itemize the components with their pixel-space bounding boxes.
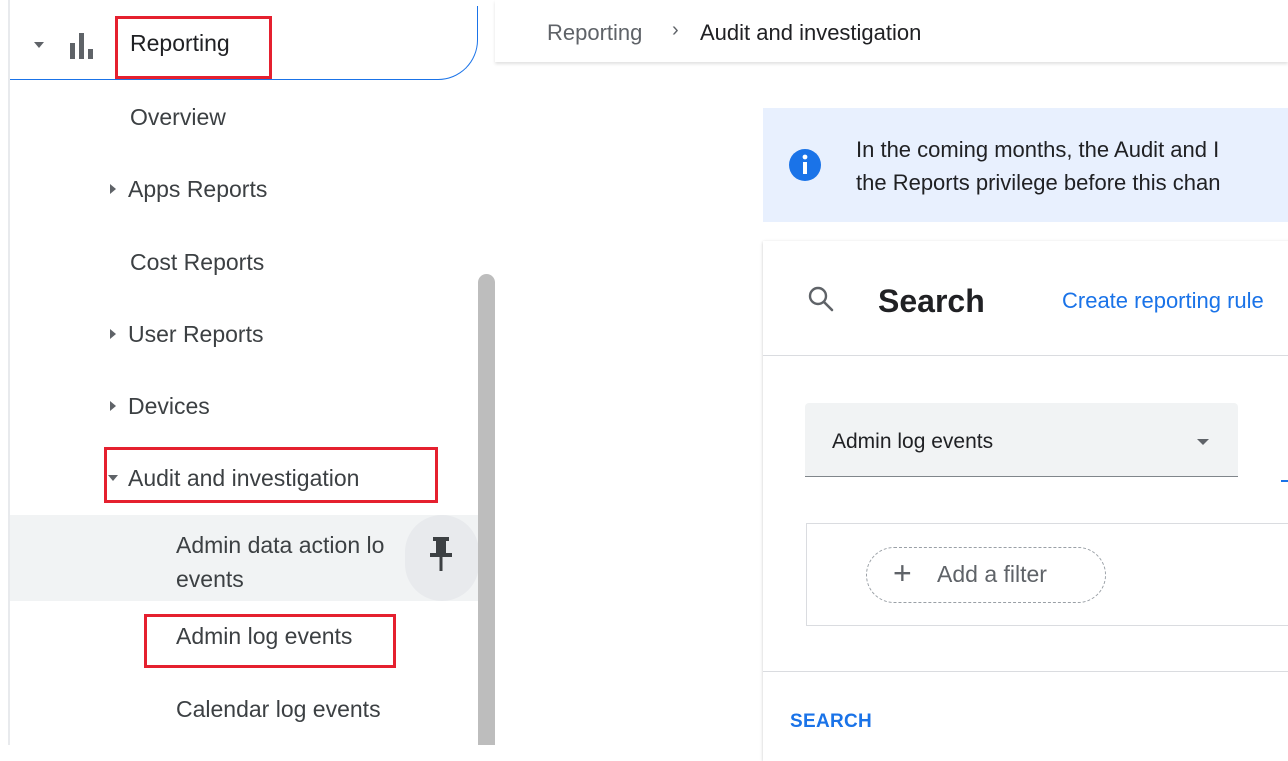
sidebar-item-label: Devices [128, 393, 210, 419]
sidebar-item-label: Cost Reports [130, 249, 265, 275]
sidebar-item-devices[interactable]: Devices [110, 393, 210, 420]
header: Reporting › Audit and investigation [495, 0, 1288, 62]
banner-text: In the coming months, the Audit and I th… [856, 133, 1220, 199]
search-icon [808, 286, 834, 312]
label-line-1: Admin data action lo [176, 532, 385, 558]
caret-down-icon[interactable] [34, 42, 44, 48]
dropdown-arrow-icon [1197, 439, 1209, 445]
chevron-right-icon [110, 400, 116, 411]
chevron-right-icon [110, 183, 116, 194]
info-icon [789, 149, 821, 181]
sidebar-subitem-calendar-log-events[interactable]: Calendar log events [176, 696, 381, 723]
breadcrumb-root[interactable]: Reporting [547, 20, 642, 46]
label-line-2: events [176, 566, 244, 592]
chevron-right-icon [110, 328, 116, 339]
search-button[interactable]: SEARCH [790, 711, 872, 733]
sidebar-scrollbar[interactable] [478, 274, 495, 745]
pin-icon [430, 537, 452, 571]
highlight-box [104, 447, 438, 503]
divider [763, 671, 1288, 672]
sidebar-subitem-label: Calendar log events [176, 696, 381, 722]
field-underline [1281, 480, 1288, 482]
banner-line-1: In the coming months, the Audit and I [856, 137, 1220, 162]
search-title: Search [878, 283, 985, 319]
sidebar-item-label: User Reports [128, 321, 264, 347]
bar-chart-icon [70, 33, 93, 59]
sidebar-item-cost-reports[interactable]: Cost Reports [130, 249, 264, 276]
sidebar-item-user-reports[interactable]: User Reports [110, 321, 263, 348]
breadcrumb-separator: › [672, 19, 679, 41]
plus-icon: + [893, 555, 912, 591]
divider [763, 355, 1288, 356]
banner-line-2: the Reports privilege before this chan [856, 170, 1221, 195]
create-reporting-rule-link[interactable]: Create reporting rule [1062, 288, 1264, 314]
breadcrumb-current: Audit and investigation [700, 20, 922, 45]
left-border [8, 0, 10, 745]
data-source-select-value: Admin log events [832, 430, 994, 453]
sidebar-item-overview[interactable]: Overview [130, 104, 226, 131]
highlight-box [115, 16, 272, 79]
sidebar-subitem-label: Admin data action lo events [176, 528, 384, 596]
highlight-box [144, 614, 396, 668]
sidebar-item-apps-reports[interactable]: Apps Reports [110, 176, 267, 203]
search-card [763, 241, 1288, 761]
sidebar-item-label: Overview [130, 104, 226, 130]
add-filter-label: Add a filter [937, 561, 1047, 587]
sidebar-item-label: Apps Reports [128, 176, 268, 202]
